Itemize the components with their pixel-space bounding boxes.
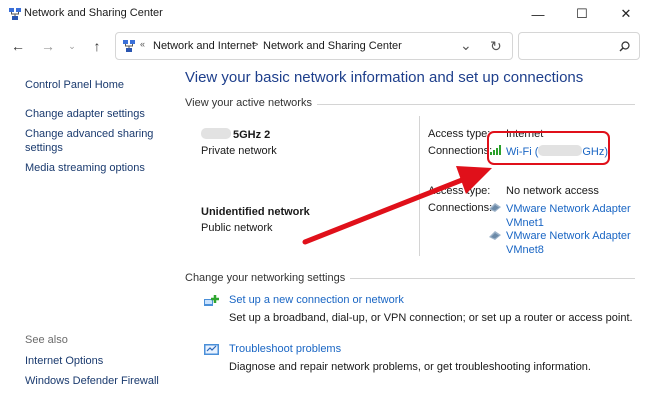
breadcrumb-network-and-sharing-center[interactable]: Network and Sharing Center bbox=[263, 40, 402, 52]
close-icon: ✕ bbox=[620, 6, 632, 21]
close-button[interactable]: ✕ bbox=[604, 0, 648, 28]
see-also-internet-options[interactable]: Internet Options bbox=[25, 354, 103, 368]
sidebar-item-change-adapter-settings[interactable]: Change adapter settings bbox=[25, 107, 145, 121]
sidebar-item-media-streaming[interactable]: Media streaming options bbox=[25, 161, 145, 175]
vmnet8-connection-link[interactable]: VMware Network Adapter VMnet8 bbox=[506, 229, 646, 257]
arrow-left-icon: ← bbox=[11, 38, 25, 54]
sidebar-item-change-advanced-sharing[interactable]: Change advanced sharing settings bbox=[25, 127, 155, 155]
recent-locations-button[interactable]: ⌄ bbox=[63, 37, 81, 55]
arrow-right-icon: → bbox=[41, 38, 55, 54]
back-button[interactable]: ← bbox=[9, 37, 27, 55]
connections-label: Connections: bbox=[428, 145, 493, 157]
sidebar: Control Panel Home Change adapter settin… bbox=[0, 64, 170, 405]
search-icon bbox=[619, 41, 630, 52]
setup-connection-link[interactable]: Set up a new connection or network bbox=[229, 294, 404, 306]
address-box[interactable]: « Network and Internet > Network and Sha… bbox=[115, 32, 513, 60]
main-content: View your basic network information and … bbox=[170, 64, 648, 405]
breadcrumb-overflow[interactable]: « bbox=[140, 39, 145, 49]
network-name: 5GHz 2 bbox=[201, 128, 270, 141]
active-networks-heading: View your active networks bbox=[185, 97, 317, 109]
network-category-public: Public network bbox=[201, 222, 273, 234]
network-adapter-icon bbox=[489, 203, 501, 212]
network-center-icon bbox=[9, 8, 21, 20]
address-dropdown-icon[interactable]: ⌄ bbox=[460, 37, 472, 54]
search-box[interactable] bbox=[518, 32, 640, 60]
connections-label-2: Connections: bbox=[428, 202, 493, 214]
change-settings-heading: Change your networking settings bbox=[185, 272, 351, 284]
network-name-unidentified: Unidentified network bbox=[201, 206, 310, 218]
refresh-icon[interactable]: ↻ bbox=[490, 38, 502, 55]
window-title: Network and Sharing Center bbox=[24, 7, 163, 19]
breadcrumb-separator[interactable]: > bbox=[252, 39, 258, 51]
troubleshoot-description: Diagnose and repair network problems, or… bbox=[229, 361, 591, 373]
network-adapter-icon bbox=[489, 231, 501, 240]
up-button[interactable]: ↑ bbox=[88, 37, 106, 55]
access-type-value-2: No network access bbox=[506, 185, 599, 197]
address-bar: ← → ⌄ ↑ « Network and Internet > Network… bbox=[0, 28, 648, 64]
access-type-label: Access type: bbox=[428, 128, 491, 140]
see-also-firewall[interactable]: Windows Defender Firewall bbox=[25, 374, 159, 388]
maximize-icon: ☐ bbox=[576, 6, 588, 21]
redacted-text bbox=[201, 128, 231, 139]
minimize-button[interactable]: — bbox=[516, 0, 560, 28]
new-connection-icon bbox=[204, 295, 219, 306]
breadcrumb-network-and-internet[interactable]: Network and Internet bbox=[153, 40, 255, 52]
network-category: Private network bbox=[201, 145, 277, 157]
title-bar: Network and Sharing Center — ☐ ✕ bbox=[0, 0, 648, 28]
vmnet1-connection-link[interactable]: VMware Network Adapter VMnet1 bbox=[506, 202, 646, 230]
forward-button[interactable]: → bbox=[39, 37, 57, 55]
page-title: View your basic network information and … bbox=[185, 69, 584, 86]
troubleshoot-icon bbox=[204, 344, 219, 355]
arrow-up-icon: ↑ bbox=[93, 38, 101, 54]
network-divider bbox=[419, 116, 420, 256]
setup-connection-description: Set up a broadband, dial-up, or VPN conn… bbox=[229, 312, 633, 324]
minimize-icon: — bbox=[531, 6, 545, 22]
sidebar-item-control-panel-home[interactable]: Control Panel Home bbox=[25, 78, 124, 92]
chevron-down-icon: ⌄ bbox=[68, 40, 76, 51]
troubleshoot-link[interactable]: Troubleshoot problems bbox=[229, 343, 341, 355]
annotation-highlight-box bbox=[487, 131, 610, 165]
maximize-button[interactable]: ☐ bbox=[560, 0, 604, 28]
see-also-label: See also bbox=[25, 334, 68, 346]
control-panel-icon bbox=[123, 40, 135, 52]
access-type-label-2: Access type: bbox=[428, 185, 491, 197]
